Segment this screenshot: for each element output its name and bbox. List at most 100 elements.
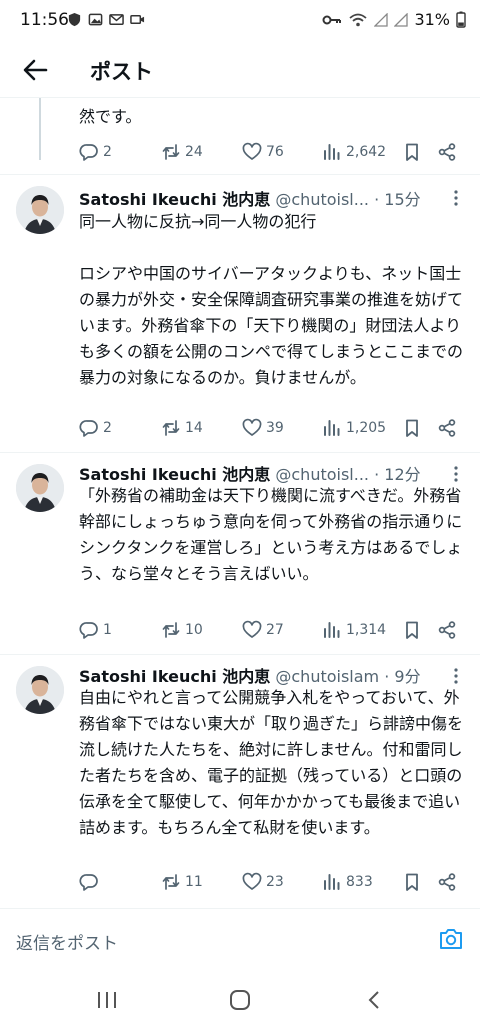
avatar[interactable] bbox=[16, 666, 64, 714]
tweet[interactable]: Satoshi Ikeuchi 池内恵 @chutoisl... · 12分 「… bbox=[0, 452, 480, 654]
bookmark-icon bbox=[406, 143, 418, 161]
bookmark-icon bbox=[406, 419, 418, 437]
repost-count: 14 bbox=[185, 420, 203, 436]
tweet-header: Satoshi Ikeuchi 池内恵 @chutoisl... · 12分 bbox=[79, 461, 439, 485]
tweet-header: Satoshi Ikeuchi 池内恵 @chutoisl... · 15分 bbox=[79, 186, 439, 210]
back-arrow-icon[interactable] bbox=[20, 56, 50, 84]
views-count: 1,205 bbox=[346, 420, 387, 436]
tweet-actions: 1 10 27 1,314 bbox=[79, 619, 459, 641]
views-icon bbox=[324, 144, 340, 160]
signal-icon-2 bbox=[394, 12, 409, 27]
reply-button[interactable]: 2 bbox=[79, 418, 112, 438]
like-button[interactable]: 76 bbox=[242, 142, 284, 162]
avatar-image bbox=[16, 186, 64, 234]
bookmark-icon bbox=[406, 873, 418, 891]
tweet[interactable]: Satoshi Ikeuchi 池内恵 @chutoislam · 9分 自由に… bbox=[0, 654, 480, 908]
views-button[interactable]: 833 bbox=[322, 872, 373, 892]
author-handle[interactable]: @chutoisl... bbox=[275, 465, 369, 484]
author-handle[interactable]: @chutoisl... bbox=[275, 190, 369, 209]
reply-icon bbox=[79, 420, 98, 437]
more-icon[interactable] bbox=[452, 188, 460, 208]
share-icon bbox=[438, 873, 456, 891]
repost-count: 24 bbox=[185, 144, 203, 160]
avatar-image bbox=[16, 666, 64, 714]
reply-button[interactable] bbox=[79, 872, 103, 892]
mail-icon bbox=[109, 14, 124, 25]
reply-input[interactable]: 返信をポスト bbox=[16, 929, 118, 954]
reply-icon bbox=[79, 874, 98, 891]
repost-count: 10 bbox=[185, 622, 203, 638]
home-icon[interactable] bbox=[229, 990, 251, 1010]
share-button[interactable] bbox=[437, 418, 457, 438]
like-count: 27 bbox=[266, 622, 284, 638]
like-count: 76 bbox=[266, 144, 284, 160]
reply-button[interactable]: 1 bbox=[79, 620, 112, 640]
tweet-text: 同一人物に反抗→同一人物の犯行 ロシアや中国のサイバーアタックよりも、ネット国士… bbox=[79, 212, 464, 387]
author-handle[interactable]: @chutoislam bbox=[275, 667, 379, 686]
views-button[interactable]: 2,642 bbox=[322, 142, 386, 162]
bookmark-button[interactable] bbox=[402, 142, 422, 162]
repost-icon bbox=[162, 622, 180, 638]
reply-icon bbox=[79, 144, 98, 161]
views-icon bbox=[324, 622, 340, 638]
author-name[interactable]: Satoshi Ikeuchi 池内恵 bbox=[79, 190, 270, 209]
share-button[interactable] bbox=[437, 620, 457, 640]
author-name[interactable]: Satoshi Ikeuchi 池内恵 bbox=[79, 667, 270, 686]
repost-button[interactable]: 11 bbox=[161, 872, 203, 892]
like-count: 39 bbox=[266, 420, 284, 436]
views-count: 2,642 bbox=[346, 144, 387, 160]
share-icon bbox=[438, 143, 456, 161]
repost-button[interactable]: 24 bbox=[161, 142, 203, 162]
views-icon bbox=[324, 420, 340, 436]
like-button[interactable]: 39 bbox=[242, 418, 284, 438]
avatar[interactable] bbox=[16, 464, 64, 512]
author-name[interactable]: Satoshi Ikeuchi 池内恵 bbox=[79, 465, 270, 484]
share-button[interactable] bbox=[437, 142, 457, 162]
share-icon bbox=[438, 419, 456, 437]
tweet-actions: 2 24 76 2,642 bbox=[79, 141, 459, 163]
avatar[interactable] bbox=[16, 186, 64, 234]
reply-count: 1 bbox=[103, 622, 112, 638]
bookmark-icon bbox=[406, 621, 418, 639]
camera-icon[interactable] bbox=[438, 927, 464, 951]
battery-icon bbox=[456, 11, 466, 28]
signal-icon-1 bbox=[374, 12, 389, 27]
reply-icon bbox=[79, 622, 98, 639]
like-button[interactable]: 23 bbox=[242, 872, 284, 892]
tweet-time: · 12分 bbox=[374, 465, 421, 484]
like-icon bbox=[242, 418, 262, 436]
reply-count: 2 bbox=[103, 420, 112, 436]
gallery-icon bbox=[88, 13, 103, 26]
tweet-text: 「外務省の補助金は天下り機関に流すべきだ。外務省幹部にしょっちゅう意向を伺って外… bbox=[79, 486, 463, 583]
tweet[interactable]: Satoshi Ikeuchi 池内恵 @chutoisl... · 15分 同… bbox=[0, 174, 480, 452]
repost-button[interactable]: 10 bbox=[161, 620, 203, 640]
reply-count: 2 bbox=[103, 144, 112, 160]
like-button[interactable]: 27 bbox=[242, 620, 284, 640]
recents-icon[interactable] bbox=[96, 990, 118, 1010]
bookmark-button[interactable] bbox=[402, 418, 422, 438]
more-icon[interactable] bbox=[452, 464, 460, 484]
thread-line bbox=[39, 98, 41, 160]
reply-button[interactable]: 2 bbox=[79, 142, 112, 162]
repost-icon bbox=[162, 420, 180, 436]
back-icon[interactable] bbox=[366, 990, 382, 1010]
battery-percent: 31% bbox=[414, 10, 450, 29]
system-indicators: 31% bbox=[322, 10, 466, 29]
share-icon bbox=[438, 621, 456, 639]
status-time: 11:56 bbox=[20, 10, 69, 30]
repost-icon bbox=[162, 874, 180, 890]
more-icon[interactable] bbox=[452, 666, 460, 686]
views-button[interactable]: 1,314 bbox=[322, 620, 386, 640]
shield-icon bbox=[68, 12, 81, 27]
notification-icons bbox=[67, 12, 145, 27]
tweet-time: · 15分 bbox=[374, 190, 421, 209]
share-button[interactable] bbox=[437, 872, 457, 892]
repost-icon bbox=[162, 144, 180, 160]
views-button[interactable]: 1,205 bbox=[322, 418, 386, 438]
repost-button[interactable]: 14 bbox=[161, 418, 203, 438]
app-header: ポスト bbox=[0, 42, 480, 98]
bookmark-button[interactable] bbox=[402, 872, 422, 892]
tweet-fragment-text: 然です。 bbox=[79, 107, 142, 126]
bookmark-button[interactable] bbox=[402, 620, 422, 640]
views-count: 1,314 bbox=[346, 622, 387, 638]
